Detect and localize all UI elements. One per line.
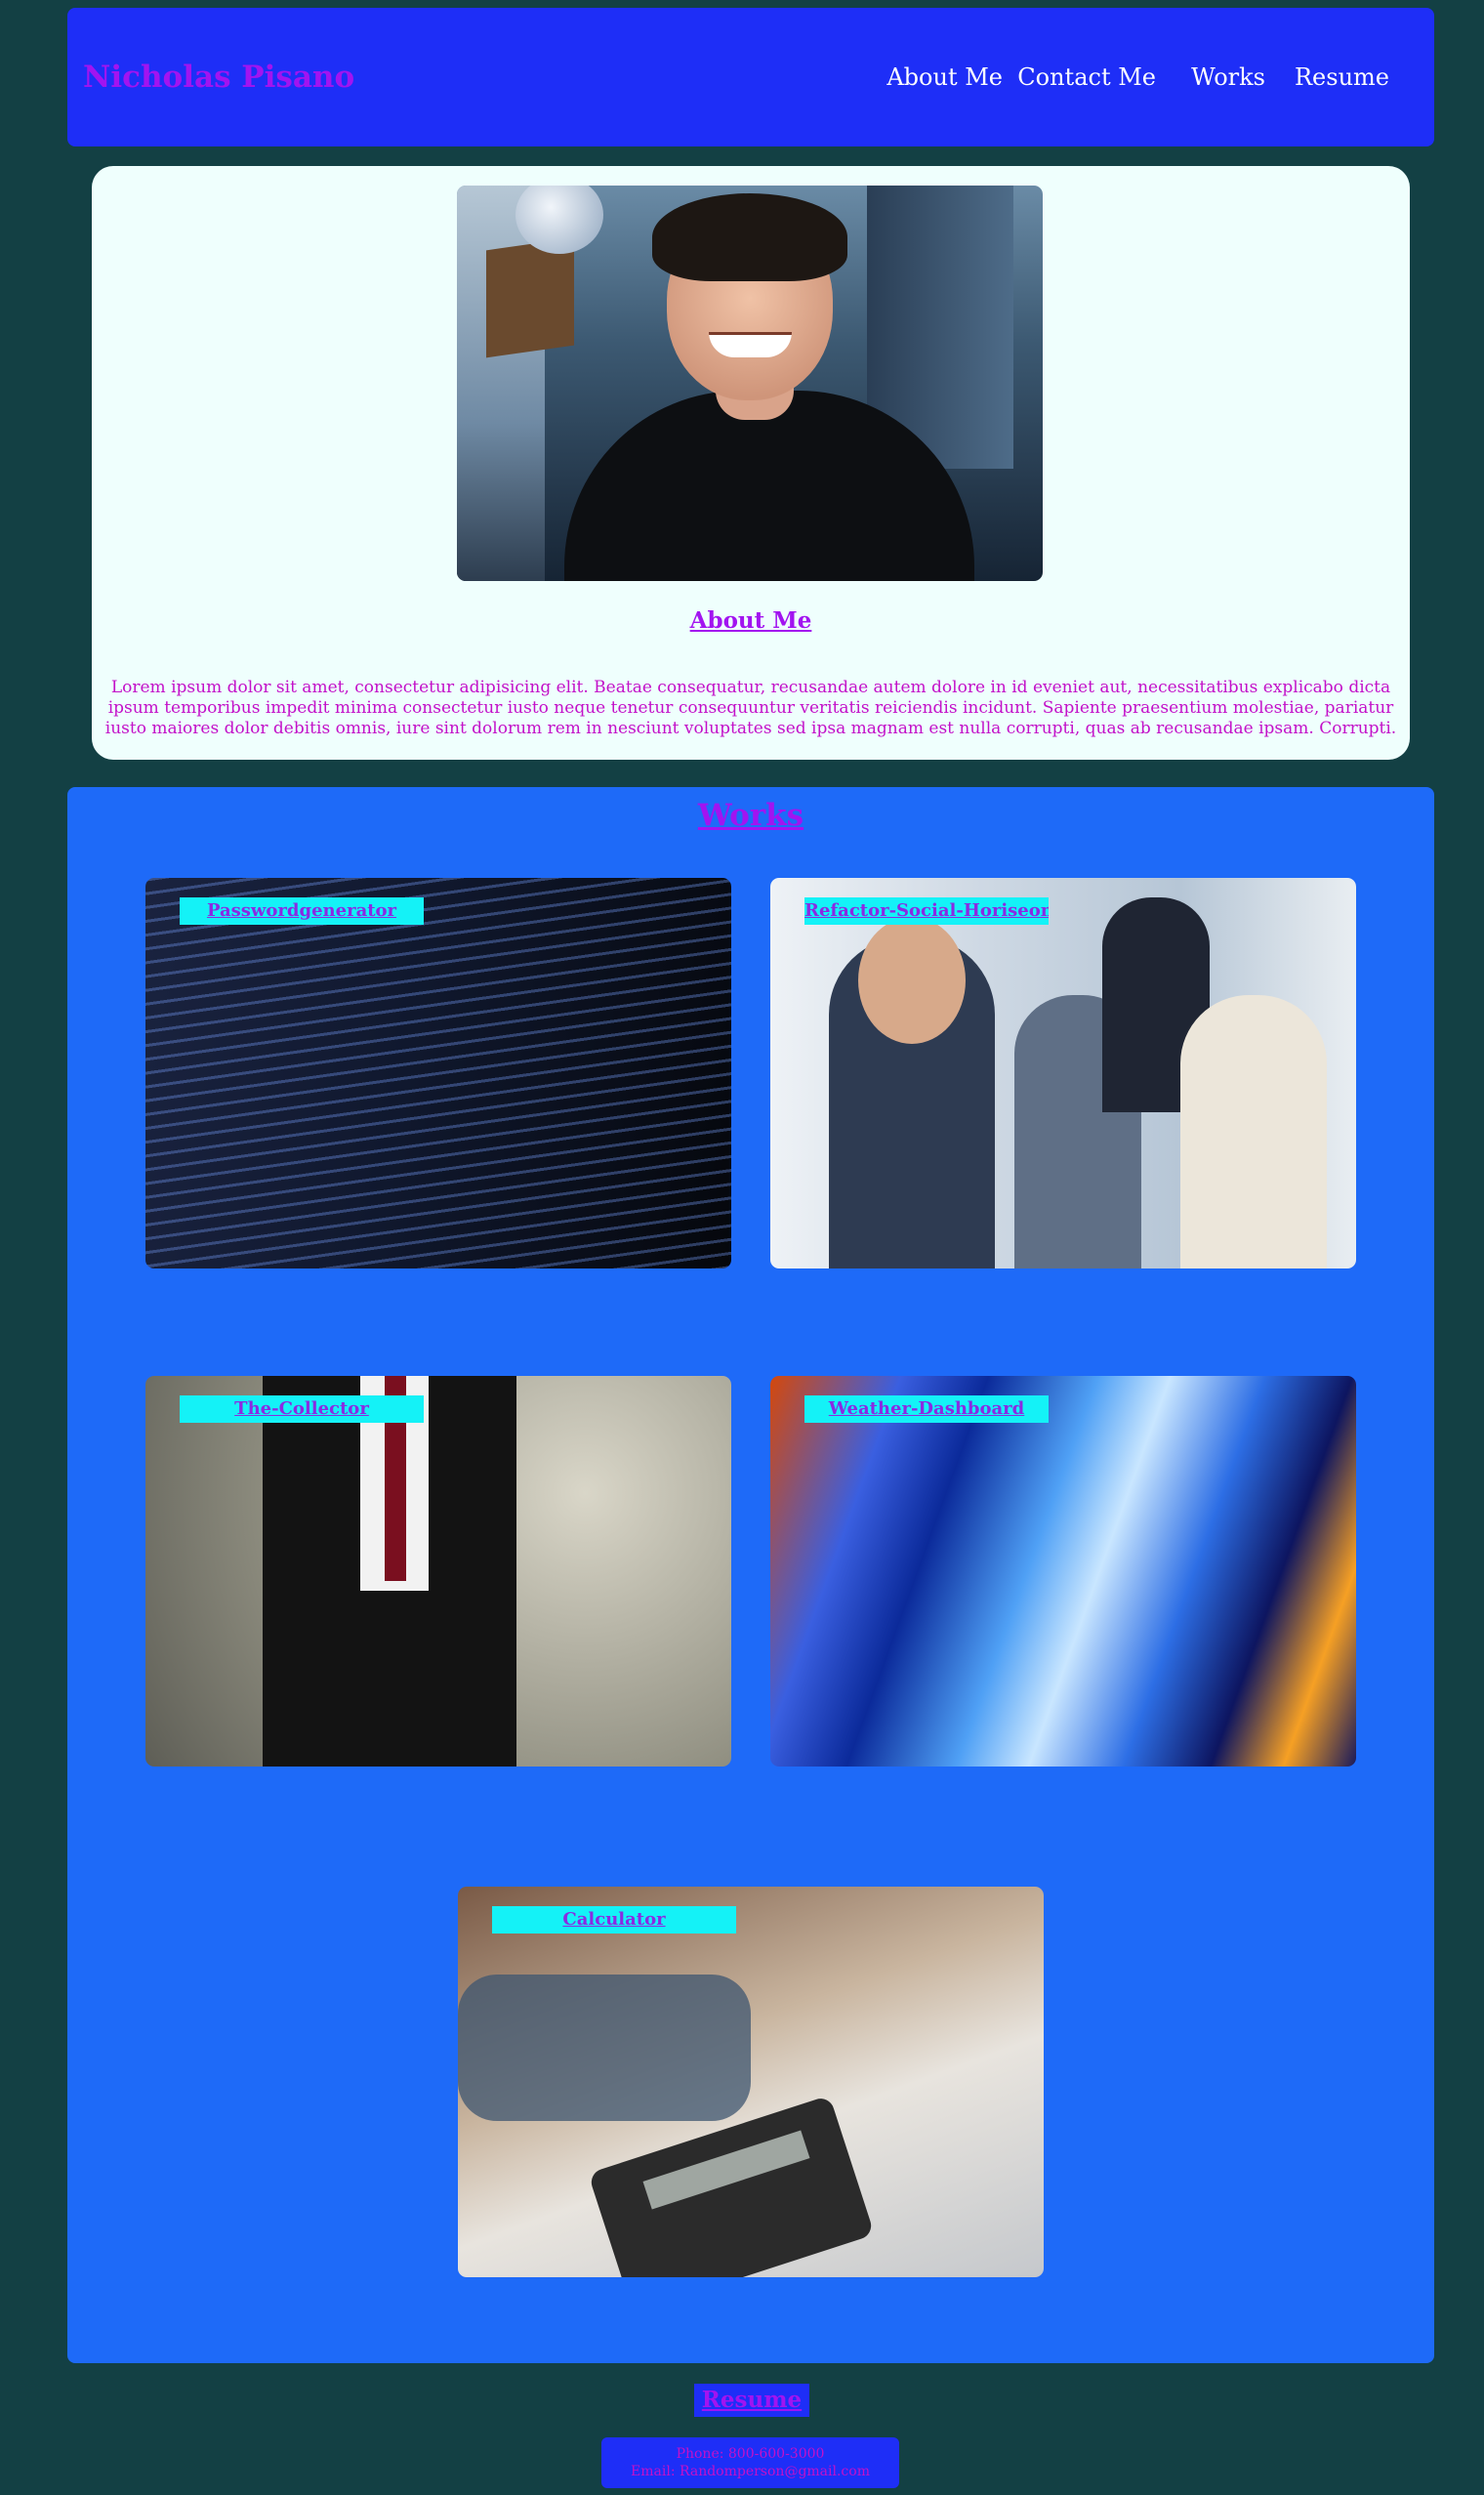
work-card-weather-dashboard[interactable]: Weather-Dashboard bbox=[770, 1376, 1356, 1767]
work-card-passwordgenerator[interactable]: Passwordgenerator bbox=[145, 878, 731, 1268]
profile-photo bbox=[457, 186, 1043, 581]
resume-link[interactable]: Resume bbox=[694, 2384, 809, 2417]
nav-works[interactable]: Works bbox=[1191, 63, 1265, 91]
nav-resume[interactable]: Resume bbox=[1295, 63, 1389, 91]
about-section: About Me Lorem ipsum dolor sit amet, con… bbox=[92, 166, 1410, 760]
about-heading[interactable]: About Me bbox=[92, 607, 1410, 634]
about-text: Lorem ipsum dolor sit amet, consectetur … bbox=[104, 678, 1397, 738]
site-title: Nicholas Pisano bbox=[83, 60, 355, 95]
contact-info: Phone: 800-600-3000 Email: Randomperson@… bbox=[601, 2437, 899, 2488]
work-card-refactor-social-horiseon[interactable]: Refactor-Social-Horiseon bbox=[770, 878, 1356, 1268]
work-label-calculator[interactable]: Calculator bbox=[492, 1906, 736, 1934]
work-label-weather-dashboard[interactable]: Weather-Dashboard bbox=[804, 1395, 1049, 1423]
work-label-refactor-social-horiseon[interactable]: Refactor-Social-Horiseon bbox=[804, 897, 1049, 925]
works-section: Works Passwordgenerator Refactor-Social-… bbox=[67, 787, 1434, 2363]
work-label-passwordgenerator[interactable]: Passwordgenerator bbox=[180, 897, 424, 925]
work-card-the-collector[interactable]: The-Collector bbox=[145, 1376, 731, 1767]
site-header: Nicholas Pisano About Me Contact Me Work… bbox=[67, 8, 1434, 146]
nav-contact-me[interactable]: Contact Me bbox=[1017, 63, 1156, 91]
contact-phone: Phone: 800-600-3000 bbox=[676, 2446, 825, 2462]
work-card-calculator[interactable]: Calculator bbox=[458, 1887, 1044, 2277]
nav-about-me[interactable]: About Me bbox=[886, 63, 1003, 91]
contact-email[interactable]: Email: Randomperson@gmail.com bbox=[601, 2463, 899, 2480]
works-heading[interactable]: Works bbox=[67, 798, 1434, 833]
work-label-the-collector[interactable]: The-Collector bbox=[180, 1395, 424, 1423]
